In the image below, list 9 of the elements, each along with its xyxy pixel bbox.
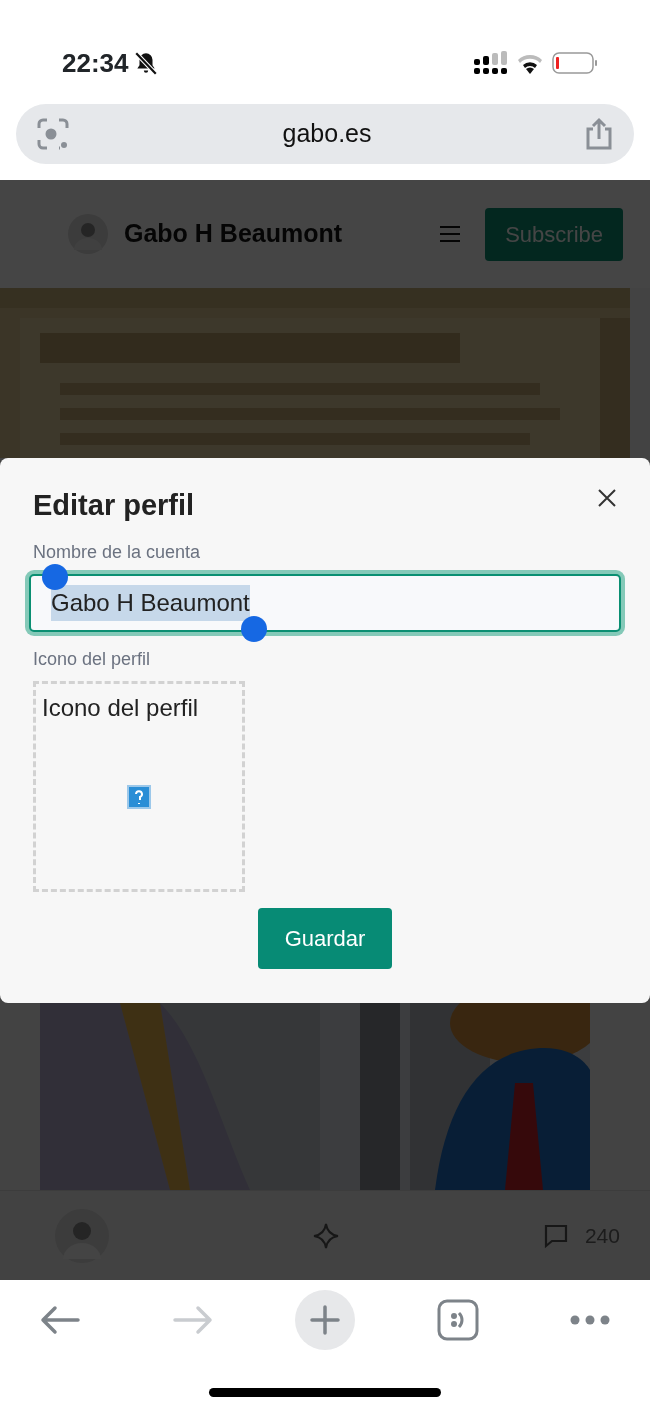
image-drop-area[interactable]: Icono del perfil: [33, 680, 245, 892]
url-text: gabo.es: [282, 118, 372, 150]
save-button[interactable]: Guardar: [257, 907, 393, 969]
address-bar[interactable]: gabo.es: [16, 104, 634, 164]
field-label: Nombre de la cuenta: [33, 540, 202, 564]
field-label: Icono del perfil: [33, 647, 152, 671]
image-alt-text: Icono del perfil: [42, 692, 200, 723]
dialog-title: Editar perfil: [33, 488, 195, 523]
clock-time: 22:34: [62, 46, 129, 80]
